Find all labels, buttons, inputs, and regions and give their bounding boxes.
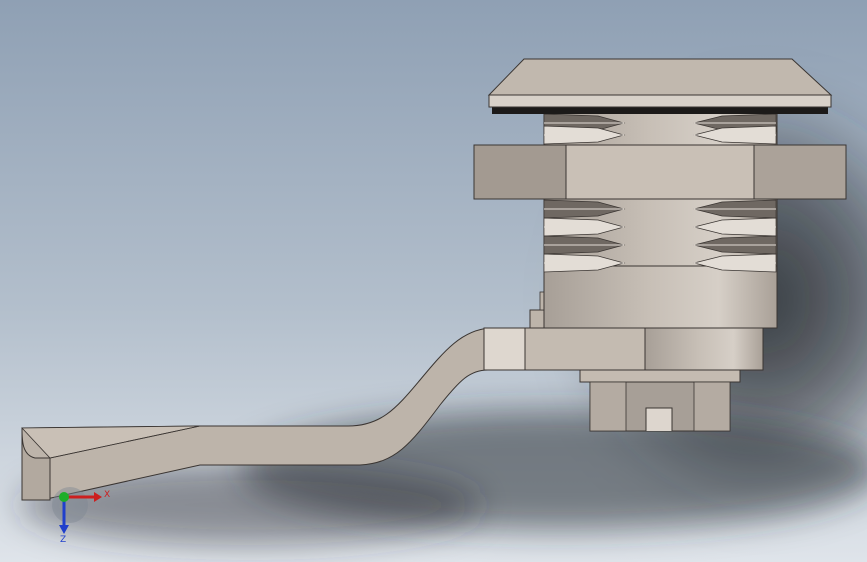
x-axis-label: X [104, 490, 110, 500]
cam-arm-hub [483, 327, 526, 371]
collar-right [644, 327, 764, 371]
tail-left [589, 381, 627, 432]
tail-slot [645, 407, 673, 431]
nut-center-face [565, 144, 755, 200]
nut-left-face [473, 144, 567, 200]
head-rim [488, 94, 832, 108]
z-axis-label: Z [60, 535, 66, 545]
triad-origin-shadow [52, 487, 88, 523]
tail-piece[interactable] [579, 369, 741, 432]
head-dome [487, 58, 833, 96]
nut-right-face [753, 144, 847, 200]
collar-left [524, 327, 646, 371]
collar-step [529, 309, 546, 329]
y-axis-dot [59, 492, 69, 502]
model-view[interactable]: X Z [0, 0, 867, 562]
tail-right [693, 381, 731, 432]
lock-head[interactable] [487, 58, 833, 114]
barrel-lower [543, 265, 778, 329]
cad-viewport[interactable]: X Z [0, 0, 867, 562]
hex-nut[interactable] [473, 144, 847, 200]
tail-flange [579, 369, 741, 383]
